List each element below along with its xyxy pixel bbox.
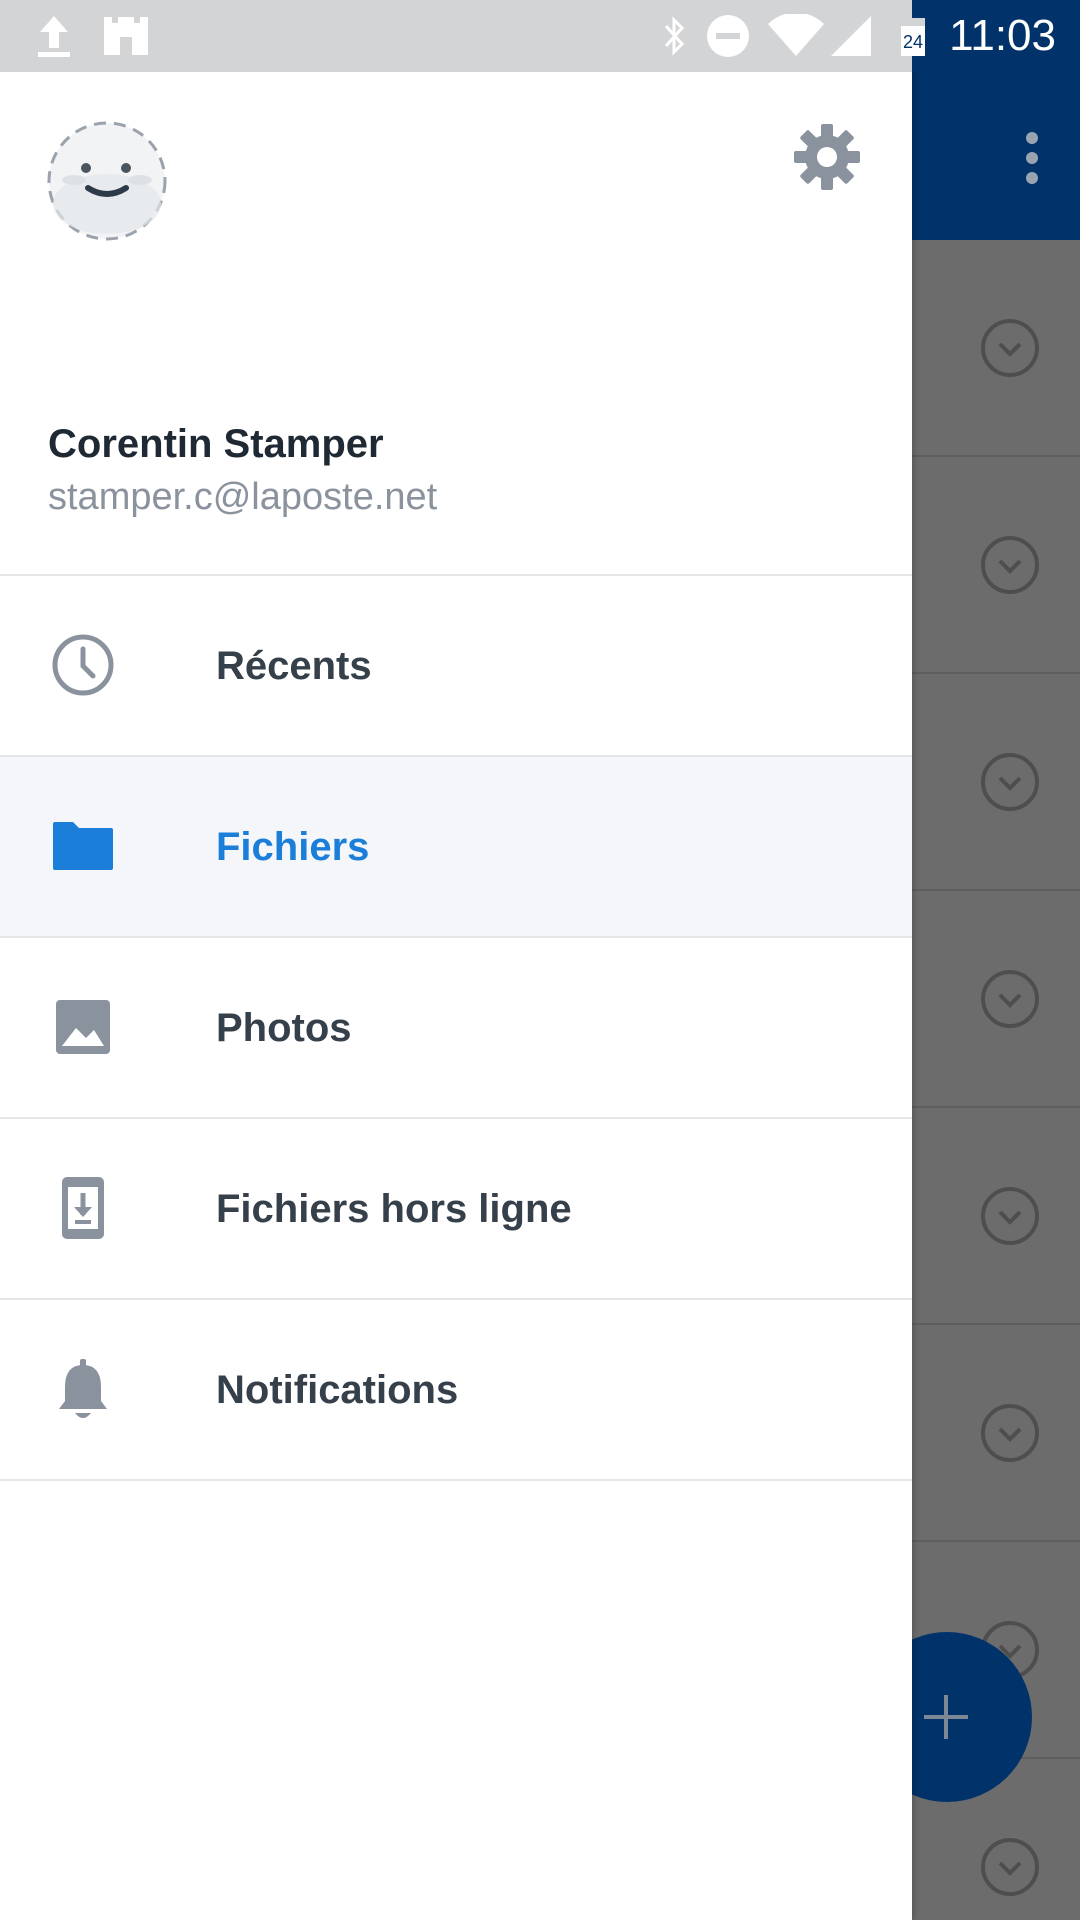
calendar-24-icon: 24 — [898, 0, 928, 72]
drawer-item-recents[interactable]: Récents — [0, 576, 912, 757]
drawer-item-label: Fichiers — [216, 825, 370, 869]
drawer-item-offline[interactable]: Fichiers hors ligne — [0, 1119, 912, 1300]
bluetooth-icon — [656, 0, 692, 72]
offline-phone-icon — [50, 1175, 116, 1241]
user-name: Corentin Stamper — [48, 422, 384, 466]
user-email: stamper.c@laposte.net — [48, 476, 438, 518]
drawer-menu: Récents Fichiers Photos Fichiers hors li… — [0, 576, 912, 1481]
status-time: 11:03 — [949, 11, 1056, 60]
drawer-item-label: Notifications — [216, 1368, 459, 1412]
chevron-down-icon — [981, 536, 1039, 594]
castle-app-icon — [100, 0, 152, 72]
gear-icon[interactable] — [792, 122, 862, 192]
drawer-item-notifications[interactable]: Notifications — [0, 1300, 912, 1481]
avatar[interactable] — [46, 120, 168, 242]
wifi-icon — [766, 0, 826, 72]
drawer-item-files[interactable]: Fichiers — [0, 757, 912, 938]
chevron-down-icon — [981, 1838, 1039, 1896]
drawer-item-photos[interactable]: Photos — [0, 938, 912, 1119]
bell-icon — [50, 1356, 116, 1422]
clock-icon — [50, 632, 116, 698]
upload-icon — [30, 0, 78, 72]
drawer-item-label: Fichiers hors ligne — [216, 1187, 572, 1231]
image-icon — [50, 994, 116, 1060]
chevron-down-icon — [981, 319, 1039, 377]
status-bar: 24 11:03 — [0, 0, 1080, 72]
chevron-down-icon — [981, 1404, 1039, 1462]
navigation-drawer: Corentin Stamper stamper.c@laposte.net R… — [0, 72, 912, 1920]
drawer-item-label: Récents — [216, 644, 372, 688]
chevron-down-icon — [981, 1187, 1039, 1245]
drawer-header: Corentin Stamper stamper.c@laposte.net — [0, 72, 912, 576]
cell-signal-icon — [828, 0, 874, 72]
folder-icon — [50, 813, 116, 879]
more-options-icon — [1026, 132, 1038, 184]
chevron-down-icon — [981, 753, 1039, 811]
drawer-item-label: Photos — [216, 1006, 352, 1050]
do-not-disturb-icon — [704, 0, 752, 72]
chevron-down-icon — [981, 970, 1039, 1028]
svg-text:24: 24 — [903, 32, 923, 52]
